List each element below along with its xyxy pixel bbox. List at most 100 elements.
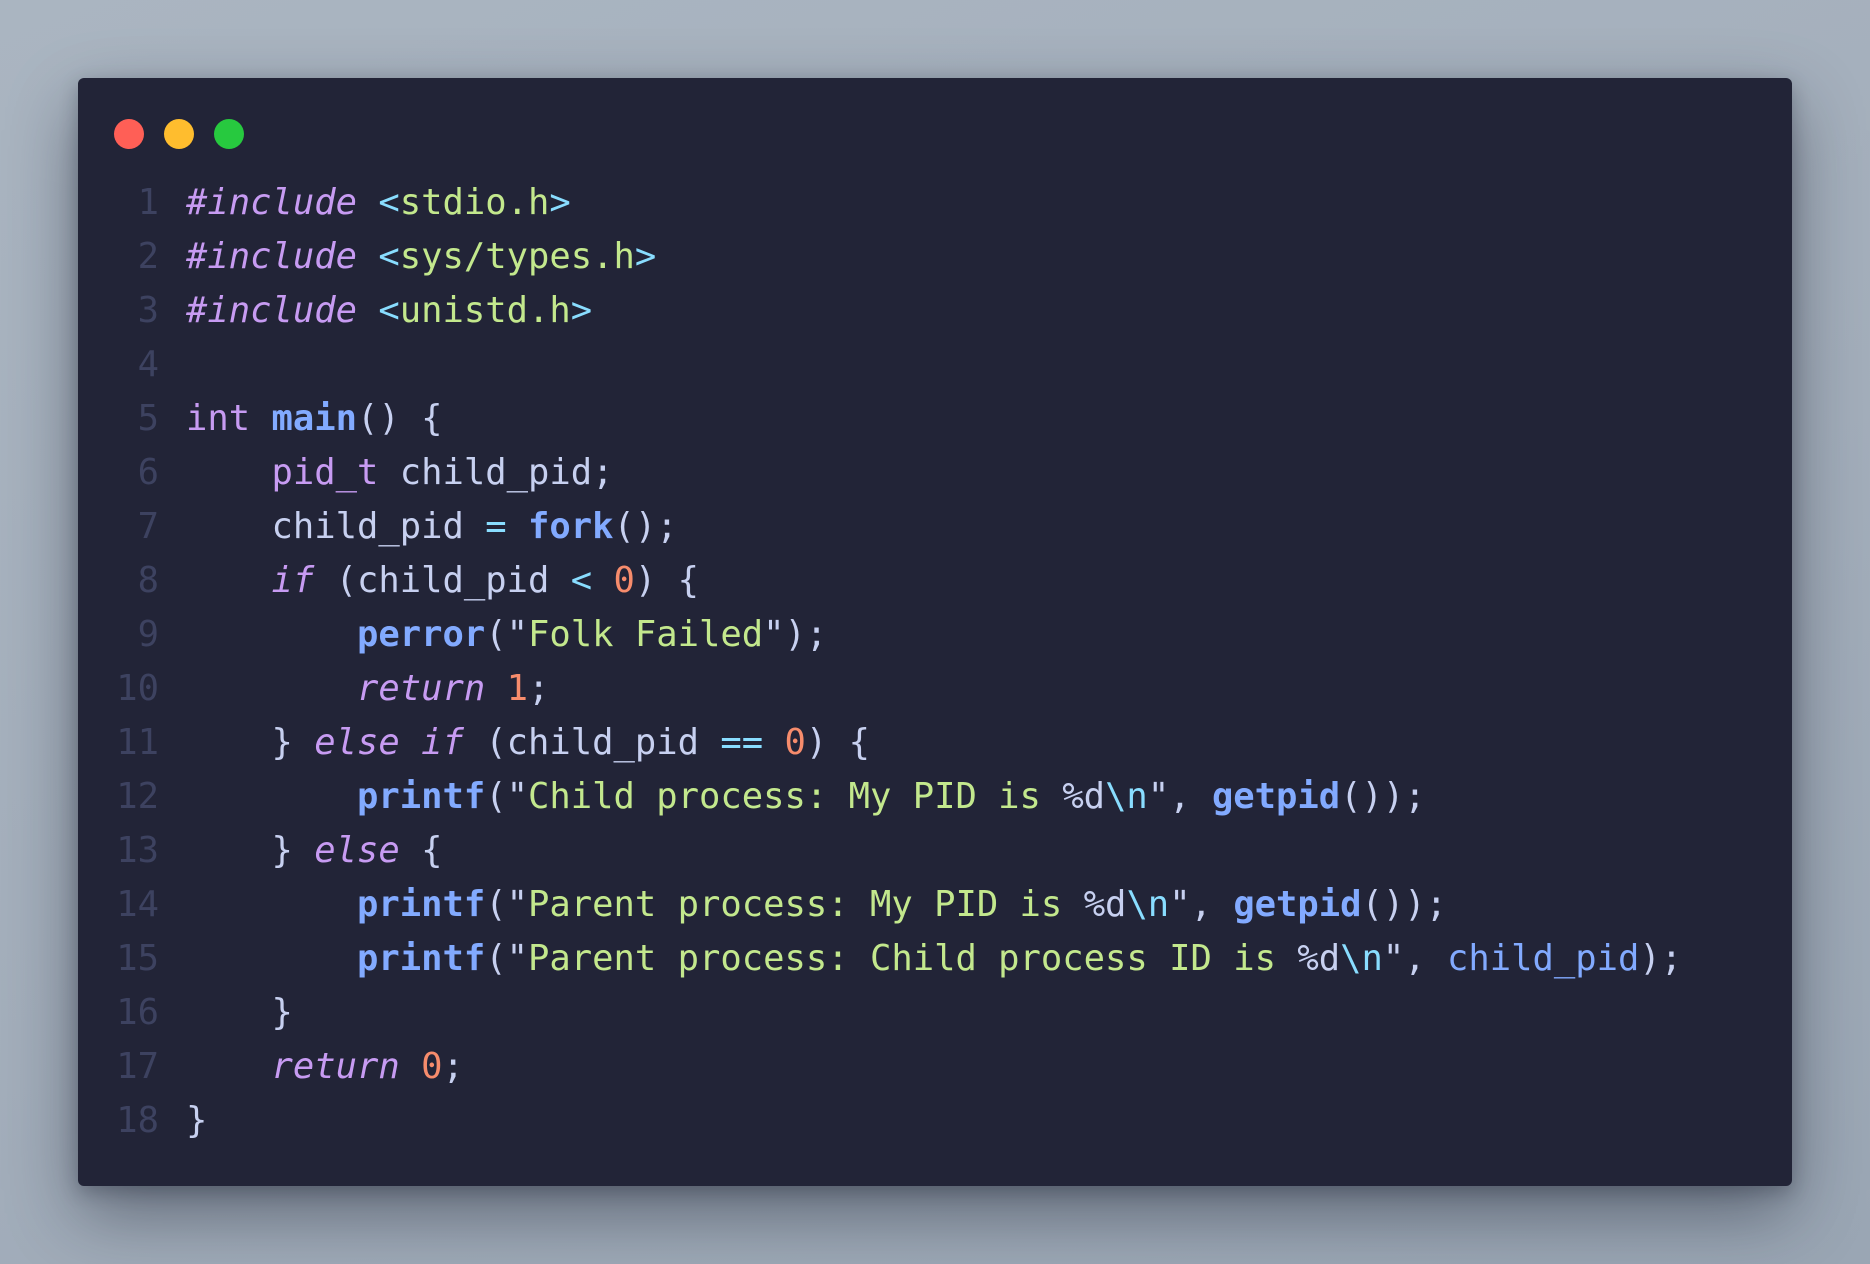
line-code: #include <sys/types.h> <box>186 230 656 284</box>
code-token: child_pid <box>186 506 486 547</box>
code-token: 0 <box>421 1046 443 1087</box>
code-token: ) { <box>805 722 870 763</box>
code-line: 1 #include <stdio.h> <box>78 176 1792 230</box>
code-token: if <box>271 560 315 601</box>
code-line: 11 } else if (child_pid == 0) { <box>78 716 1792 770</box>
code-token: stdio.h <box>399 182 550 223</box>
code-window: 1 #include <stdio.h> 2 #include <sys/types.… <box>78 78 1792 1186</box>
code-editor[interactable]: 1 #include <stdio.h> 2 #include <sys/types.… <box>78 176 1792 1148</box>
minimize-button[interactable] <box>164 119 194 149</box>
code-token: ", <box>1382 938 1448 979</box>
code-token: #include <box>186 290 357 331</box>
code-token: child_pid <box>1447 938 1640 979</box>
line-number: 18 <box>116 1100 159 1141</box>
code-token: unistd.h <box>399 290 571 331</box>
code-token: } <box>186 992 293 1033</box>
line-number: 5 <box>137 398 159 439</box>
code-token: child_pid; <box>378 452 614 493</box>
code-token: Parent process: Child process ID is <box>527 938 1298 979</box>
line-number: 6 <box>137 452 159 493</box>
code-line: 12 printf("Child process: My PID is %d\n… <box>78 770 1792 824</box>
code-token: else <box>314 830 400 871</box>
code-token: printf <box>356 776 486 817</box>
code-token: > <box>634 236 657 277</box>
code-token: (" <box>485 614 528 655</box>
line-number: 2 <box>137 236 159 277</box>
line-code: #include <stdio.h> <box>186 176 571 230</box>
line-number: 4 <box>137 344 159 385</box>
code-token: 1 <box>506 668 528 709</box>
code-token: %d <box>1083 884 1127 925</box>
line-code: } else { <box>186 824 443 878</box>
code-token: ", <box>1147 776 1212 817</box>
code-line: 13 } else { <box>78 824 1792 878</box>
line-code: return 1; <box>186 662 549 716</box>
code-token: pid_t <box>271 452 379 493</box>
code-token: < <box>570 560 593 601</box>
code-line: 7 child_pid = fork(); <box>78 500 1792 554</box>
code-line: 18} <box>78 1094 1792 1148</box>
code-token: < <box>378 290 400 331</box>
code-token: (" <box>485 884 528 925</box>
code-token: getpid <box>1233 884 1362 925</box>
code-token: Child process: My PID is <box>527 776 1063 817</box>
line-code: #include <unistd.h> <box>186 284 592 338</box>
code-token: printf <box>356 938 486 979</box>
code-line: 6 pid_t child_pid; <box>78 446 1792 500</box>
code-line: 2 #include <sys/types.h> <box>78 230 1792 284</box>
code-token: %d <box>1297 938 1341 979</box>
code-token: (child_pid <box>463 722 721 763</box>
line-code: printf("Parent process: My PID is %d\n",… <box>186 878 1447 932</box>
code-token: %d <box>1062 776 1106 817</box>
maximize-button[interactable] <box>214 119 244 149</box>
code-line: 15 printf("Parent process: Child process… <box>78 932 1792 986</box>
code-token: { <box>399 830 443 871</box>
code-token: Parent process: My PID is <box>527 884 1084 925</box>
line-number: 12 <box>116 776 159 817</box>
code-token: \n <box>1105 776 1148 817</box>
line-code: } <box>186 1094 207 1148</box>
code-line: 4 <box>78 338 1792 392</box>
code-token: perror <box>356 614 486 655</box>
code-token: #include <box>186 236 357 277</box>
code-token: Folk Failed <box>527 614 764 655</box>
code-line: 10 return 1; <box>78 662 1792 716</box>
line-number: 13 <box>116 830 159 871</box>
line-number: 17 <box>116 1046 159 1087</box>
line-number: 3 <box>137 290 159 331</box>
line-number: 7 <box>137 506 159 547</box>
line-number: 1 <box>137 182 159 223</box>
code-token: \n <box>1126 884 1170 925</box>
code-token: return <box>356 668 486 709</box>
code-token: ()); <box>1340 776 1426 817</box>
code-token: (child_pid <box>314 560 571 601</box>
code-token: main <box>271 398 358 439</box>
code-token: int <box>186 398 251 439</box>
code-token: ) { <box>634 560 699 601</box>
code-token: ); <box>1639 938 1683 979</box>
code-token: \n <box>1340 938 1383 979</box>
code-line: 16 } <box>78 986 1792 1040</box>
close-button[interactable] <box>114 119 144 149</box>
code-token: 0 <box>613 560 635 601</box>
code-token: } <box>186 830 315 871</box>
code-token: > <box>570 290 593 331</box>
code-line: 5 int main() { <box>78 392 1792 446</box>
line-code: printf("Child process: My PID is %d\n", … <box>186 770 1426 824</box>
line-number: 10 <box>116 668 159 709</box>
code-token: if <box>421 722 464 763</box>
line-code: printf("Parent process: Child process ID… <box>186 932 1682 986</box>
